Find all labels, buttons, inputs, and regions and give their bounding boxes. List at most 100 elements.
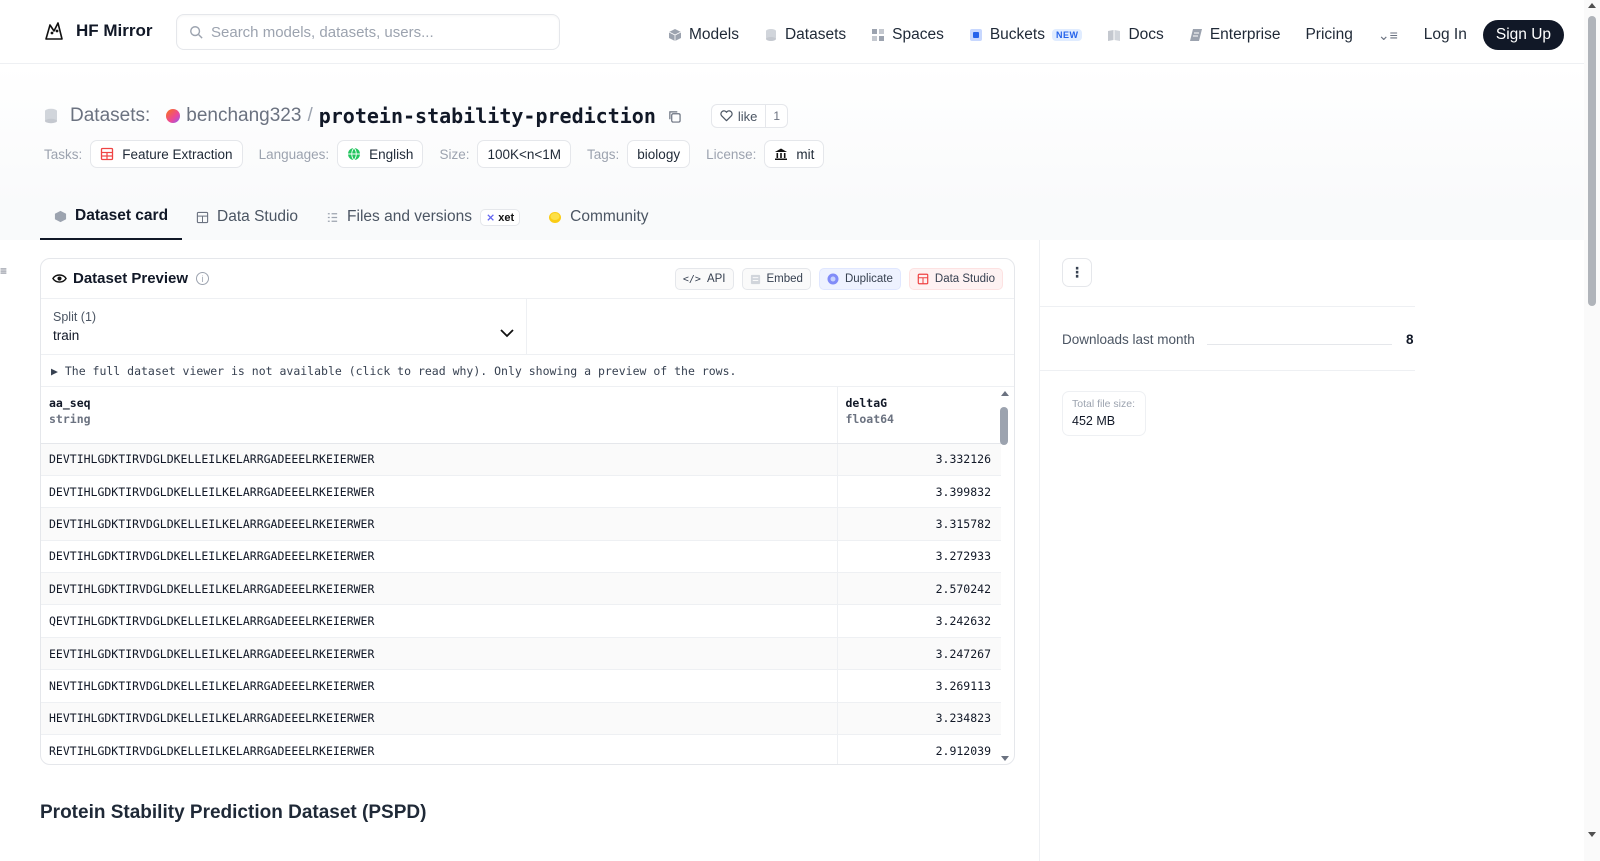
tab-dataset-card-label: Dataset card [75, 207, 169, 224]
api-label: API [706, 273, 726, 285]
cell-aa-seq: DEVTIHLGDKTIRVDGLDKELLEILKELARRGADEEELRK… [41, 443, 838, 476]
tab-data-studio[interactable]: Data Studio [182, 194, 312, 240]
tags-label: Tags: [587, 146, 620, 162]
scroll-down-arrow-icon[interactable] [1588, 832, 1596, 837]
owner-link[interactable]: benchang323 [186, 105, 301, 127]
like-count[interactable]: 1 [765, 105, 787, 127]
viewer-notice[interactable]: ▶ The full dataset viewer is not availab… [41, 355, 1014, 387]
menu-icon[interactable]: ⌄≡ [1378, 27, 1398, 44]
tab-files-and-versions[interactable]: Files and versions ⨯ xet [312, 194, 534, 240]
table-row[interactable]: EEVTIHLGDKTIRVDGLDKELLEILKELARRGADEEELRK… [41, 637, 1001, 671]
sidebar-divider [1040, 370, 1415, 371]
page-scrollbar-thumb[interactable] [1588, 16, 1596, 306]
scroll-up-arrow-icon[interactable] [1001, 391, 1009, 396]
nav-models[interactable]: Models [668, 26, 739, 44]
nav-datasets[interactable]: Datasets [764, 26, 846, 44]
table-row[interactable]: DEVTIHLGDKTIRVDGLDKELLEILKELARRGADEEELRK… [41, 540, 1001, 574]
downloads-label: Downloads last month [1062, 332, 1195, 347]
table-header-row: aa_seq string deltaG float64 [41, 387, 1001, 444]
table-icon [917, 273, 929, 285]
data-studio-button[interactable]: Data Studio [908, 268, 1003, 290]
table-row[interactable]: HEVTIHLGDKTIRVDGLDKELLEILKELARRGADEEELRK… [41, 702, 1001, 736]
eye-icon [52, 274, 67, 283]
community-icon [549, 212, 562, 223]
search-input[interactable] [211, 23, 541, 41]
table-row[interactable]: DEVTIHLGDKTIRVDGLDKELLEILKELARRGADEEELRK… [41, 572, 1001, 606]
nav-docs-label: Docs [1128, 26, 1164, 43]
preview-table-container[interactable]: aa_seq string deltaG float64 DEVTIHLGDKT… [41, 387, 1014, 764]
login-link[interactable]: Log In [1424, 26, 1467, 44]
table-scrollbar-thumb[interactable] [1000, 407, 1008, 445]
more-options-button[interactable]: ⋮ [1062, 258, 1092, 287]
tab-files-label: Files and versions [347, 208, 472, 225]
brand-logo[interactable]: HF Mirror [42, 19, 153, 43]
table-row[interactable]: DEVTIHLGDKTIRVDGLDKELLEILKELARRGADEEELRK… [41, 507, 1001, 541]
nav-docs[interactable]: Docs [1107, 26, 1164, 44]
cell-aa-seq: DEVTIHLGDKTIRVDGLDKELLEILKELARRGADEEELRK… [41, 572, 838, 606]
file-size-box: Total file size: 452 MB [1062, 391, 1146, 436]
split-select[interactable]: Split (1) train [41, 299, 527, 354]
cell-aa-seq: DEVTIHLGDKTIRVDGLDKELLEILKELARRGADEEELRK… [41, 475, 838, 509]
preview-table: aa_seq string deltaG float64 DEVTIHLGDKT… [41, 387, 1001, 764]
tab-community-label: Community [570, 208, 649, 225]
languages-label: Languages: [258, 146, 330, 162]
brand-name: HF Mirror [76, 21, 153, 40]
nav-spaces-label: Spaces [892, 26, 944, 43]
nav-buckets[interactable]: Buckets NEW [969, 26, 1083, 44]
embed-label: Embed [766, 273, 803, 285]
page-scrollbar[interactable] [1584, 0, 1600, 861]
scroll-up-arrow-icon[interactable] [1588, 3, 1596, 8]
data-studio-label: Data Studio [934, 273, 995, 285]
cell-deltag: 3.247267 [837, 637, 1001, 671]
sidebar-divider [1040, 306, 1415, 307]
nav-enterprise-label: Enterprise [1209, 26, 1281, 43]
repo-name[interactable]: protein-stability-prediction [319, 104, 656, 128]
duplicate-button[interactable]: Duplicate [818, 268, 901, 290]
search-box[interactable] [176, 14, 560, 50]
copy-icon[interactable] [668, 110, 681, 123]
info-icon[interactable]: i [196, 272, 210, 285]
table-row[interactable]: NEVTIHLGDKTIRVDGLDKELLEILKELARRGADEEELRK… [41, 669, 1001, 703]
toc-toggle-icon[interactable]: ≡ [0, 264, 7, 278]
language-tag[interactable]: English [337, 140, 424, 168]
tab-community[interactable]: Community [534, 194, 662, 240]
enterprise-icon [1189, 29, 1202, 41]
biology-tag[interactable]: biology [627, 140, 691, 168]
embed-button[interactable]: Embed [741, 268, 811, 290]
repo-type-label: Datasets: [70, 105, 151, 126]
cell-deltag: 3.269113 [837, 669, 1001, 703]
table-row[interactable]: REVTIHLGDKTIRVDGLDKELLEILKELARRGADEEELRK… [41, 734, 1001, 764]
nav-enterprise[interactable]: Enterprise [1189, 26, 1281, 44]
table-scrollbar[interactable] [1000, 391, 1010, 761]
table-row[interactable]: QEVTIHLGDKTIRVDGLDKELLEILKELARRGADEEELRK… [41, 604, 1001, 638]
files-icon [327, 212, 338, 222]
readme-heading: Protein Stability Prediction Dataset (PS… [40, 802, 427, 823]
license-tag[interactable]: mit [764, 140, 825, 168]
like-button[interactable]: like 1 [710, 104, 789, 128]
license-label: License: [706, 146, 757, 162]
code-icon: </> [682, 273, 701, 285]
signup-button[interactable]: Sign Up [1482, 20, 1565, 50]
task-tag[interactable]: Feature Extraction [90, 140, 243, 168]
heart-icon [720, 110, 733, 122]
table-row[interactable]: DEVTIHLGDKTIRVDGLDKELLEILKELARRGADEEELRK… [41, 443, 1001, 476]
nav-pricing[interactable]: Pricing [1305, 26, 1352, 44]
column-header-deltag[interactable]: deltaG float64 [837, 387, 1001, 444]
scroll-down-arrow-icon[interactable] [1001, 756, 1009, 761]
bucket-icon [969, 29, 982, 41]
cell-aa-seq: HEVTIHLGDKTIRVDGLDKELLEILKELARRGADEEELRK… [41, 702, 838, 736]
cell-deltag: 3.399832 [837, 475, 1001, 509]
tab-dataset-card[interactable]: Dataset card [40, 194, 183, 240]
table-row[interactable]: DEVTIHLGDKTIRVDGLDKELLEILKELARRGADEEELRK… [41, 475, 1001, 509]
cell-deltag: 3.272933 [837, 540, 1001, 574]
nav-spaces[interactable]: Spaces [871, 26, 944, 44]
duplicate-label: Duplicate [844, 273, 893, 285]
grid-icon [872, 29, 885, 41]
column-header-aa-seq[interactable]: aa_seq string [41, 387, 838, 444]
database-icon [765, 29, 776, 41]
size-tag[interactable]: 100K<n<1M [477, 140, 572, 168]
cell-deltag: 2.912039 [837, 734, 1001, 764]
xet-badge: ⨯ xet [479, 208, 521, 226]
api-button[interactable]: </> API [674, 268, 734, 290]
vertical-dots-icon: ⋮ [1070, 264, 1084, 280]
